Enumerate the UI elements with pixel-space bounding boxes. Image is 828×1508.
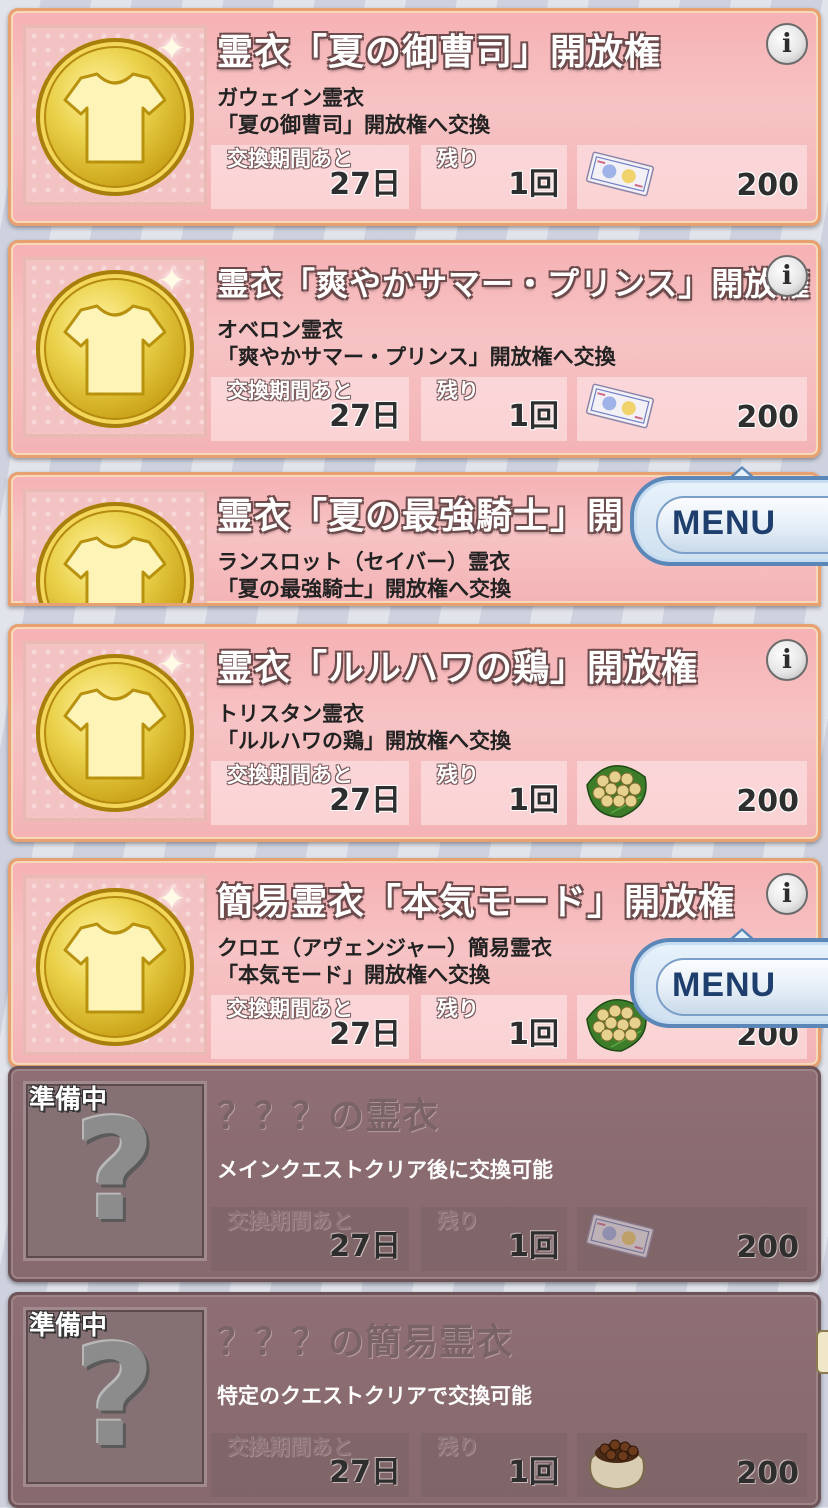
remaining-cell: 残り 1回 <box>421 145 567 209</box>
remaining-value: 1回 <box>508 1229 559 1264</box>
shop-item-card-locked: ? 準備中 ？？？の簡易霊衣 特定のクエストクリアで交換可能 交換期間あと 27… <box>8 1292 821 1508</box>
shirt-icon <box>63 918 167 1016</box>
cost-cell: 200 <box>577 761 807 825</box>
item-icon-frame: ✦ <box>23 641 207 821</box>
remaining-cell: 残り 1回 <box>421 377 567 441</box>
period-cell: 交換期間あと 27日 <box>211 995 409 1059</box>
item-description: メインクエストクリア後に交換可能 <box>217 1158 553 1182</box>
preparing-badge: 準備中 <box>29 1085 108 1115</box>
exchange-stats: 交換期間あと 27日 残り 1回 200 <box>211 141 807 209</box>
exchange-stats: 交換期間あと 27日 残り 1回 200 <box>211 757 807 825</box>
period-cell: 交換期間あと 27日 <box>211 1433 409 1497</box>
period-value: 27日 <box>329 1229 401 1264</box>
period-value: 27日 <box>329 1017 401 1052</box>
remaining-value: 1回 <box>508 167 559 202</box>
period-value: 27日 <box>329 783 401 818</box>
period-value: 27日 <box>329 399 401 434</box>
question-mark-icon: ? <box>74 1316 156 1479</box>
remaining-cell: 残り 1回 <box>421 1207 567 1271</box>
item-title: 霊衣「爽やかサマー・プリンス」開放権 <box>217 265 811 303</box>
item-description: トリスタン霊衣 「ルルハワの鶏」開放権へ交換 <box>217 702 511 753</box>
menu-button[interactable]: MENU <box>630 928 828 1028</box>
cost-cell: 200 <box>577 1207 807 1271</box>
info-button[interactable]: i <box>766 255 808 297</box>
remaining-label: 残り <box>437 379 479 403</box>
cost-cell: 200 <box>577 1433 807 1497</box>
shop-item-card[interactable]: ✦ 霊衣「ルルハワの鶏」開放権 i トリスタン霊衣 「ルルハワの鶏」開放権へ交換 … <box>8 624 821 842</box>
ticket-icon <box>585 383 655 429</box>
remaining-label: 残り <box>437 147 479 171</box>
ticket-icon <box>585 151 655 197</box>
period-cell: 交換期間あと 27日 <box>211 145 409 209</box>
period-cell: 交換期間あと 27日 <box>211 1207 409 1271</box>
shop-item-card[interactable]: ✦ 霊衣「夏の御曹司」開放権 i ガウェイン霊衣 「夏の御曹司」開放権へ交換 交換… <box>8 8 821 226</box>
sparkle-icon: ✦ <box>157 29 187 69</box>
remaining-cell: 残り 1回 <box>421 995 567 1059</box>
item-icon-frame: ✦ <box>23 257 207 437</box>
remaining-label: 残り <box>437 763 479 787</box>
item-icon-frame: ✦ <box>23 25 207 205</box>
item-title: 霊衣「ルルハワの鶏」開放権 <box>217 648 699 689</box>
menu-button[interactable]: MENU <box>630 466 828 566</box>
cost-value: 200 <box>736 1230 799 1265</box>
shirt-icon <box>63 684 167 782</box>
item-description: クロエ（アヴェンジャー）簡易霊衣 「本気モード」開放権へ交換 <box>217 936 552 987</box>
shop-item-card[interactable]: ✦ 霊衣「爽やかサマー・プリンス」開放権 i オベロン霊衣 「爽やかサマー・プリン… <box>8 240 821 458</box>
item-title: 霊衣「夏の御曹司」開放権 <box>217 32 662 73</box>
remaining-label: 残り <box>437 1435 479 1459</box>
costume-coin-icon <box>36 502 194 606</box>
item-title: ？？？の霊衣 <box>217 1096 440 1137</box>
question-mark-icon: ? <box>74 1090 156 1253</box>
exchange-stats: 交換期間あと 27日 残り 1回 200 <box>211 373 807 441</box>
remaining-label: 残り <box>437 1209 479 1233</box>
item-icon-frame <box>23 489 207 606</box>
info-button[interactable]: i <box>766 639 808 681</box>
exchange-stats: 交換期間あと 27日 残り 1回 200 <box>211 1203 807 1271</box>
ticket-icon <box>585 1213 655 1259</box>
period-cell: 交換期間あと 27日 <box>211 377 409 441</box>
item-title: 簡易霊衣「本気モード」開放権 <box>217 882 736 923</box>
item-description: ランスロット（セイバー）霊衣 「夏の最強騎士」開放権へ交換 <box>217 550 511 601</box>
item-description: オベロン霊衣 「爽やかサマー・プリンス」開放権へ交換 <box>217 318 616 369</box>
period-cell: 交換期間あと 27日 <box>211 761 409 825</box>
period-value: 27日 <box>329 1455 401 1490</box>
cost-value: 200 <box>736 784 799 819</box>
shop-item-card-locked: ? 準備中 ？？？の霊衣 メインクエストクリア後に交換可能 交換期間あと 27日… <box>8 1066 821 1282</box>
cost-value: 200 <box>736 400 799 435</box>
sparkle-icon: ✦ <box>157 645 187 685</box>
shirt-icon <box>63 68 167 166</box>
info-button[interactable]: i <box>766 23 808 65</box>
remaining-value: 1回 <box>508 1455 559 1490</box>
cost-value: 200 <box>736 1456 799 1491</box>
remaining-value: 1回 <box>508 399 559 434</box>
scroll-edge-tab[interactable] <box>816 1330 828 1374</box>
cost-value: 200 <box>736 168 799 203</box>
sparkle-icon: ✦ <box>157 261 187 301</box>
remaining-cell: 残り 1回 <box>421 1433 567 1497</box>
item-description: ガウェイン霊衣 「夏の御曹司」開放権へ交換 <box>217 86 490 137</box>
bag-icon <box>581 1429 653 1491</box>
item-title: ？？？の簡易霊衣 <box>217 1322 514 1363</box>
preparing-badge: 準備中 <box>29 1311 108 1341</box>
cost-cell: 200 <box>577 377 807 441</box>
remaining-value: 1回 <box>508 1017 559 1052</box>
exchange-stats: 交換期間あと 27日 残り 1回 200 <box>211 1429 807 1497</box>
shirt-icon <box>63 300 167 398</box>
remaining-cell: 残り 1回 <box>421 761 567 825</box>
item-title: 霊衣「夏の最強騎士」開 <box>217 496 625 537</box>
shirt-icon <box>63 532 167 606</box>
seeds-icon <box>581 755 651 821</box>
info-button[interactable]: i <box>766 873 808 915</box>
period-value: 27日 <box>329 167 401 202</box>
item-description: 特定のクエストクリアで交換可能 <box>217 1384 532 1408</box>
sparkle-icon: ✦ <box>157 879 187 919</box>
cost-cell: 200 <box>577 145 807 209</box>
remaining-label: 残り <box>437 997 479 1021</box>
remaining-value: 1回 <box>508 783 559 818</box>
menu-label: MENU <box>672 504 777 542</box>
menu-label: MENU <box>672 966 777 1004</box>
item-icon-frame: ✦ <box>23 875 207 1055</box>
